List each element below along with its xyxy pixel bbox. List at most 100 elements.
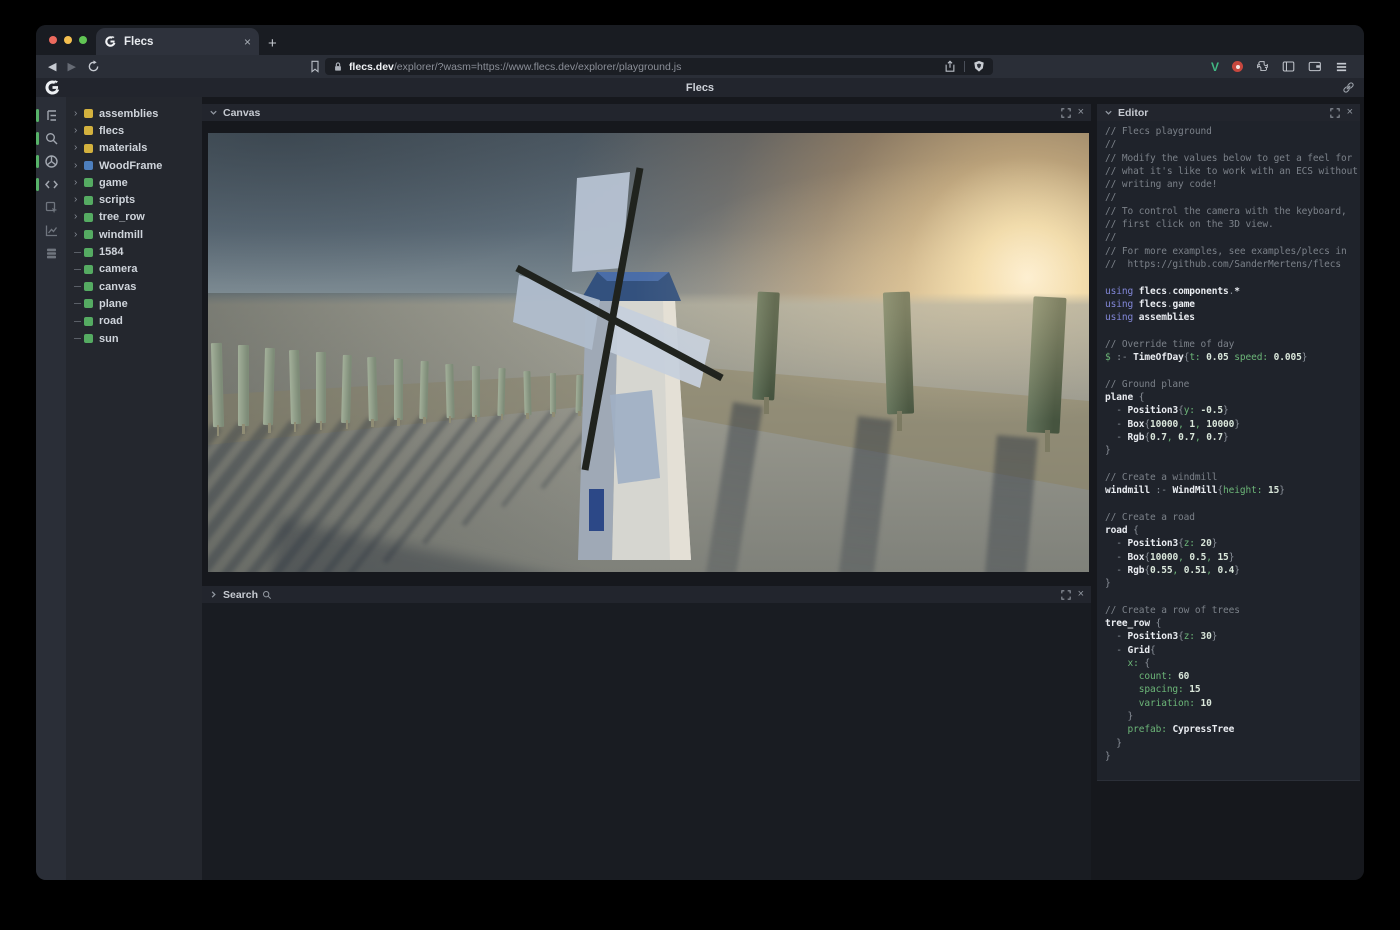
- back-icon[interactable]: ◀: [48, 60, 56, 73]
- code-line: $ :- TimeOfDay{t: 0.05 speed: 0.005}: [1105, 352, 1360, 365]
- code-line: // Create a windmill: [1105, 472, 1360, 485]
- rail-queries-icon[interactable]: [36, 246, 66, 261]
- fullscreen-icon[interactable]: [1061, 590, 1071, 600]
- code-line: // Modify the values below to get a feel…: [1105, 153, 1360, 166]
- code-editor[interactable]: // Flecs playground//// Modify the value…: [1097, 121, 1360, 781]
- share-icon[interactable]: [944, 60, 956, 73]
- tree-item-flecs[interactable]: ›flecs: [66, 122, 202, 139]
- code-line: }: [1105, 711, 1360, 724]
- rail-3d-view-icon[interactable]: [36, 154, 66, 169]
- code-line: [1105, 458, 1360, 471]
- tree-item-camera[interactable]: camera: [66, 261, 202, 278]
- forward-icon[interactable]: ▶: [67, 60, 75, 73]
- expand-chevron-icon[interactable]: ›: [74, 143, 83, 153]
- active-indicator: [36, 132, 39, 145]
- tree-item-1584[interactable]: 1584: [66, 243, 202, 260]
- red-extension-icon[interactable]: [1232, 61, 1243, 72]
- tree-item-assemblies[interactable]: ›assemblies: [66, 105, 202, 122]
- expand-chevron-icon[interactable]: ›: [74, 230, 83, 240]
- chevron-down-icon[interactable]: [209, 108, 218, 117]
- rail-stats-icon[interactable]: [36, 223, 66, 238]
- code-line: }: [1105, 751, 1360, 764]
- brave-shield-icon[interactable]: [973, 60, 985, 73]
- fullscreen-icon[interactable]: [1061, 108, 1071, 118]
- close-panel-icon[interactable]: ×: [1078, 589, 1084, 600]
- code-line: }: [1105, 738, 1360, 751]
- browser-tab[interactable]: Flecs ×: [96, 28, 259, 55]
- chevron-right-icon[interactable]: [209, 590, 218, 599]
- entity-kind-square: [84, 282, 93, 291]
- tree-item-road[interactable]: road: [66, 313, 202, 330]
- entity-kind-square: [84, 334, 93, 343]
- vue-devtools-icon[interactable]: V: [1211, 60, 1219, 74]
- minimize-window-button[interactable]: [64, 36, 72, 44]
- tree-item-game[interactable]: ›game: [66, 174, 202, 191]
- rail-tree-icon[interactable]: [36, 108, 66, 123]
- windmill: [208, 133, 1089, 572]
- code-line: - Position3{z: 30}: [1105, 631, 1360, 644]
- expand-chevron-icon[interactable]: ›: [74, 195, 83, 205]
- expand-chevron-icon[interactable]: ›: [74, 126, 83, 136]
- close-panel-icon[interactable]: ×: [1078, 107, 1084, 118]
- tree-item-materials[interactable]: ›materials: [66, 140, 202, 157]
- code-line: }: [1105, 578, 1360, 591]
- extensions-area: V: [1211, 60, 1352, 74]
- expand-chevron-icon[interactable]: ›: [74, 212, 83, 222]
- chevron-down-icon[interactable]: [1104, 108, 1113, 117]
- canvas-3d-view[interactable]: [208, 133, 1089, 572]
- tree-item-plane[interactable]: plane: [66, 295, 202, 312]
- editor-panel-title: Editor: [1118, 107, 1148, 119]
- puzzle-extensions-icon[interactable]: [1256, 60, 1269, 73]
- tab-title: Flecs: [124, 36, 244, 48]
- code-line: - Box{10000, 0.5, 15}: [1105, 552, 1360, 565]
- rail-inspect-icon[interactable]: [36, 200, 66, 215]
- tree-item-label: sun: [99, 333, 119, 345]
- expand-chevron-icon[interactable]: ›: [74, 109, 83, 119]
- search-panel-title: Search: [223, 589, 258, 601]
- code-line: count: 60: [1105, 671, 1360, 684]
- sidebar-toggle-icon[interactable]: [1282, 60, 1295, 73]
- entity-kind-square: [84, 178, 93, 187]
- menu-icon[interactable]: [1335, 61, 1348, 73]
- tree-item-scripts[interactable]: › scripts: [66, 191, 202, 208]
- close-window-button[interactable]: [49, 36, 57, 44]
- tree-item-WoodFrame[interactable]: ›WoodFrame: [66, 157, 202, 174]
- tree-item-label: road: [99, 315, 123, 327]
- entity-kind-square: [84, 109, 93, 118]
- tab-close-icon[interactable]: ×: [244, 35, 251, 49]
- tree-item-label: scripts: [99, 194, 135, 206]
- tree-item-label: tree_row: [99, 211, 145, 223]
- code-line: // Create a row of trees: [1105, 605, 1360, 618]
- rail-search-icon[interactable]: [36, 131, 66, 146]
- code-line: //: [1105, 192, 1360, 205]
- code-line: // first click on the 3D view.: [1105, 219, 1360, 232]
- code-line: tree_row {: [1105, 618, 1360, 631]
- link-icon[interactable]: [1342, 81, 1355, 94]
- code-line: - Grid{: [1105, 645, 1360, 658]
- traffic-lights: [49, 36, 87, 44]
- expand-chevron-icon[interactable]: ›: [74, 178, 83, 188]
- new-tab-button[interactable]: +: [268, 36, 277, 51]
- zoom-window-button[interactable]: [79, 36, 87, 44]
- wallet-icon[interactable]: [1308, 60, 1322, 73]
- explorer-content: ›assemblies›flecs›materials›WoodFrame›ga…: [36, 97, 1364, 880]
- leaf-dash: [74, 252, 81, 253]
- browser-titlebar: Flecs × +: [36, 25, 1364, 55]
- code-line: // what it's like to work with an ECS wi…: [1105, 166, 1360, 179]
- tree-item-sun[interactable]: sun: [66, 330, 202, 347]
- reload-icon[interactable]: [87, 60, 100, 73]
- tree-item-canvas[interactable]: canvas: [66, 278, 202, 295]
- code-line: //: [1105, 139, 1360, 152]
- tree-item-tree_row[interactable]: › tree_row: [66, 209, 202, 226]
- tree-item-label: windmill: [99, 229, 143, 241]
- rail-code-icon[interactable]: [36, 177, 66, 192]
- url-bar[interactable]: flecs.dev/explorer/?wasm=https://www.fle…: [325, 58, 993, 75]
- bookmark-icon[interactable]: [309, 60, 321, 73]
- fullscreen-icon[interactable]: [1330, 108, 1340, 118]
- code-line: - Position3{y: -0.5}: [1105, 405, 1360, 418]
- active-indicator: [36, 155, 39, 168]
- expand-chevron-icon[interactable]: ›: [74, 161, 83, 171]
- search-panel-content[interactable]: [202, 603, 1091, 880]
- close-panel-icon[interactable]: ×: [1347, 107, 1353, 118]
- tree-item-windmill[interactable]: › windmill: [66, 226, 202, 243]
